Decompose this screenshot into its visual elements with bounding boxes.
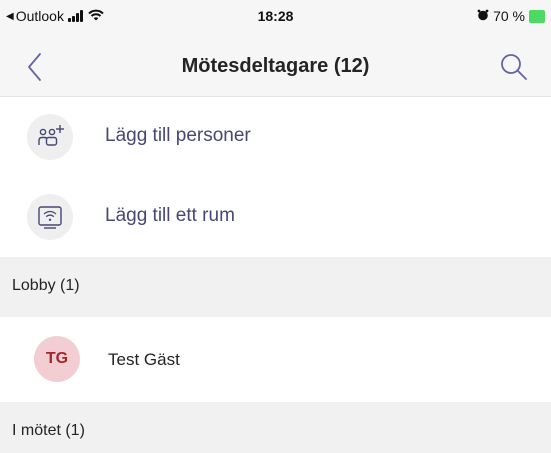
- status-time: 18:28: [257, 8, 294, 24]
- add-people-label: Lägg till personer: [105, 125, 251, 146]
- section-header-lobby: Lobby (1): [0, 257, 551, 317]
- section-title-lobby: Lobby (1): [12, 277, 80, 294]
- nav-bar: Mötesdeltagare (12): [0, 38, 551, 97]
- room-icon: [38, 206, 62, 229]
- status-right: 70 %: [477, 8, 545, 24]
- search-button[interactable]: [497, 50, 531, 84]
- add-room-button[interactable]: Lägg till ett rum: [0, 177, 551, 257]
- section-title-in-meeting: I mötet (1): [12, 422, 85, 439]
- battery-percent: 70 %: [493, 8, 525, 24]
- room-icon-circle: [27, 194, 73, 240]
- battery-icon: [529, 9, 545, 23]
- search-icon: [501, 54, 527, 80]
- add-room-label: Lägg till ett rum: [105, 205, 235, 226]
- add-people-icon: [38, 125, 64, 146]
- avatar: TG: [34, 336, 80, 382]
- participant-name: Test Gäst: [108, 350, 180, 369]
- page-title: Mötesdeltagare (12): [181, 55, 370, 77]
- section-header-in-meeting: I mötet (1): [0, 402, 551, 453]
- status-bar: ◀ Outlook 18:28 70 %: [0, 0, 551, 38]
- add-people-button[interactable]: Lägg till personer: [0, 97, 551, 177]
- alarm-icon: [477, 8, 489, 24]
- list-item-participant[interactable]: TG Test Gäst: [0, 316, 551, 402]
- add-people-icon-circle: [27, 114, 73, 160]
